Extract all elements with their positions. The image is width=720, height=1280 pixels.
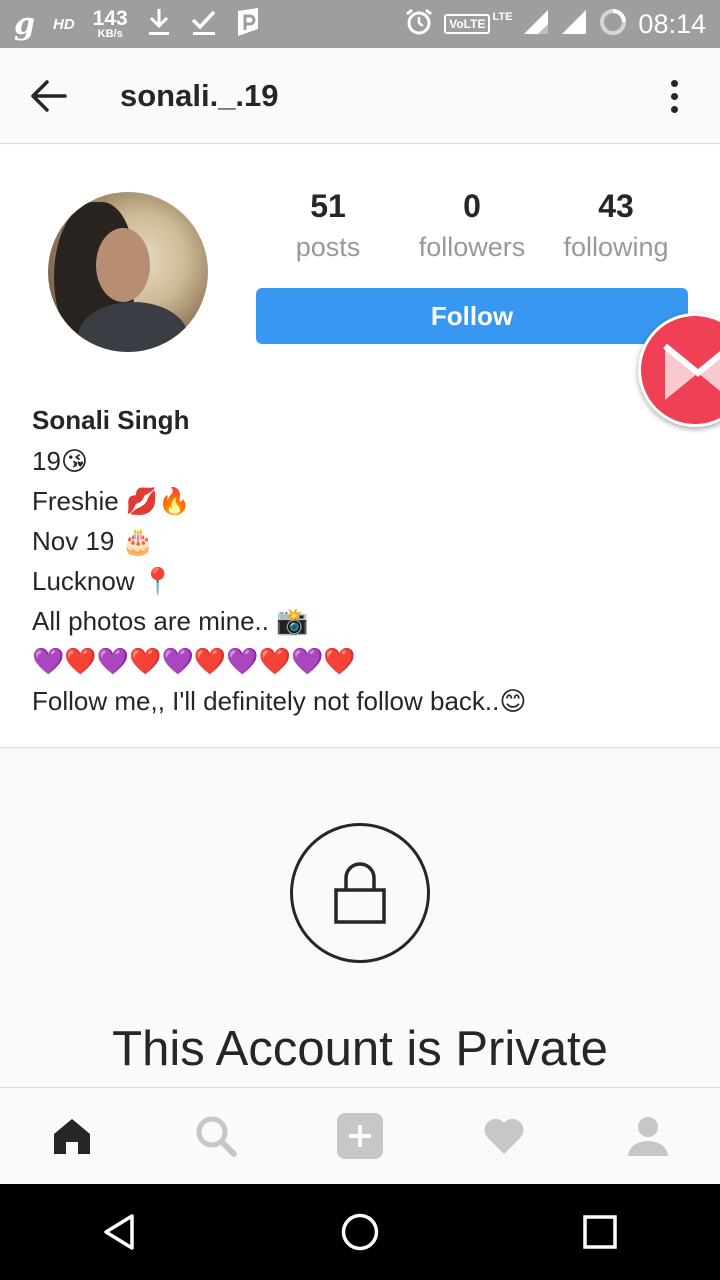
- profile-stats: 51 posts 0 followers 43 following: [256, 188, 688, 263]
- nav-back-button[interactable]: [0, 1184, 240, 1280]
- tab-search[interactable]: [144, 1088, 288, 1184]
- stat-posts[interactable]: 51 posts: [256, 188, 400, 263]
- speed-value: 143: [92, 7, 128, 30]
- tab-add-post[interactable]: [288, 1088, 432, 1184]
- avatar[interactable]: [48, 192, 208, 352]
- profile-bio: Sonali Singh 19😘 Freshie 💋🔥 Nov 19 🎂 Luc…: [32, 401, 692, 721]
- lock-icon: [290, 823, 430, 963]
- tab-profile[interactable]: [576, 1088, 720, 1184]
- stat-followers[interactable]: 0 followers: [400, 188, 544, 263]
- more-options-button[interactable]: [654, 76, 694, 116]
- stat-value: 51: [310, 188, 346, 224]
- profile-icon: [628, 1117, 668, 1156]
- bio-line: Nov 19 🎂: [32, 526, 154, 556]
- stat-value: 43: [598, 188, 634, 224]
- back-arrow-icon: [31, 79, 67, 112]
- private-account-title: This Account is Private: [112, 1022, 608, 1076]
- download-icon: [146, 7, 172, 42]
- home-icon: [54, 1119, 90, 1154]
- bio-line: 19😘: [32, 446, 89, 476]
- stat-label: following: [563, 232, 669, 263]
- speed-unit: KB/s: [97, 28, 123, 40]
- alarm-icon: [404, 7, 434, 42]
- follow-button[interactable]: Follow: [256, 288, 688, 344]
- recents-square-icon: [583, 1215, 617, 1249]
- add-post-icon: [337, 1113, 383, 1159]
- more-dot: [670, 105, 678, 113]
- status-bar: g HD 143 KB/s VoLTE LTE 08:14: [0, 0, 720, 48]
- nav-recents-button[interactable]: [480, 1184, 720, 1280]
- stat-value: 0: [463, 188, 481, 224]
- bio-line: 💜❤️💜❤️💜❤️💜❤️💜❤️: [32, 646, 356, 676]
- stat-label: followers: [418, 232, 526, 263]
- app-bar: sonali._.19: [0, 48, 720, 144]
- carrier-g-icon: g: [14, 6, 35, 42]
- clock: 08:14: [638, 8, 706, 39]
- back-triangle-icon: [104, 1214, 134, 1250]
- hd-indicator: HD: [52, 15, 75, 33]
- back-button[interactable]: [0, 48, 96, 144]
- bottom-tab-bar: [0, 1087, 720, 1184]
- signal-icon: [560, 8, 588, 41]
- more-dot: [670, 92, 678, 100]
- parking-app-icon: [236, 7, 260, 42]
- home-circle-icon: [341, 1213, 379, 1251]
- private-account-notice: This Account is Private: [0, 749, 720, 1088]
- network-speed: 143 KB/s: [93, 8, 128, 40]
- system-navigation-bar: [0, 1184, 720, 1280]
- search-icon: [196, 1116, 237, 1157]
- bio-line: Lucknow 📍: [32, 566, 175, 596]
- check-icon: [190, 7, 218, 42]
- bio-line: Follow me,, I'll definitely not follow b…: [32, 686, 527, 716]
- stat-following[interactable]: 43 following: [544, 188, 688, 263]
- signal-icon: [522, 8, 550, 41]
- volte-badge: VoLTE: [444, 14, 491, 34]
- page-title-username: sonali._.19: [120, 77, 279, 113]
- profile-header: 51 posts 0 followers 43 following Follow…: [0, 145, 720, 748]
- battery-ring-icon: [598, 7, 628, 42]
- tab-activity[interactable]: [432, 1088, 576, 1184]
- more-dot: [670, 79, 678, 87]
- bio-line: Freshie 💋🔥: [32, 486, 191, 516]
- bio-line: All photos are mine.. 📸: [32, 606, 309, 636]
- nav-home-button[interactable]: [240, 1184, 480, 1280]
- tab-home[interactable]: [0, 1088, 144, 1184]
- display-name: Sonali Singh: [32, 405, 190, 435]
- stat-label: posts: [295, 232, 361, 263]
- activity-heart-icon: [484, 1118, 524, 1154]
- lte-label: LTE: [492, 11, 513, 23]
